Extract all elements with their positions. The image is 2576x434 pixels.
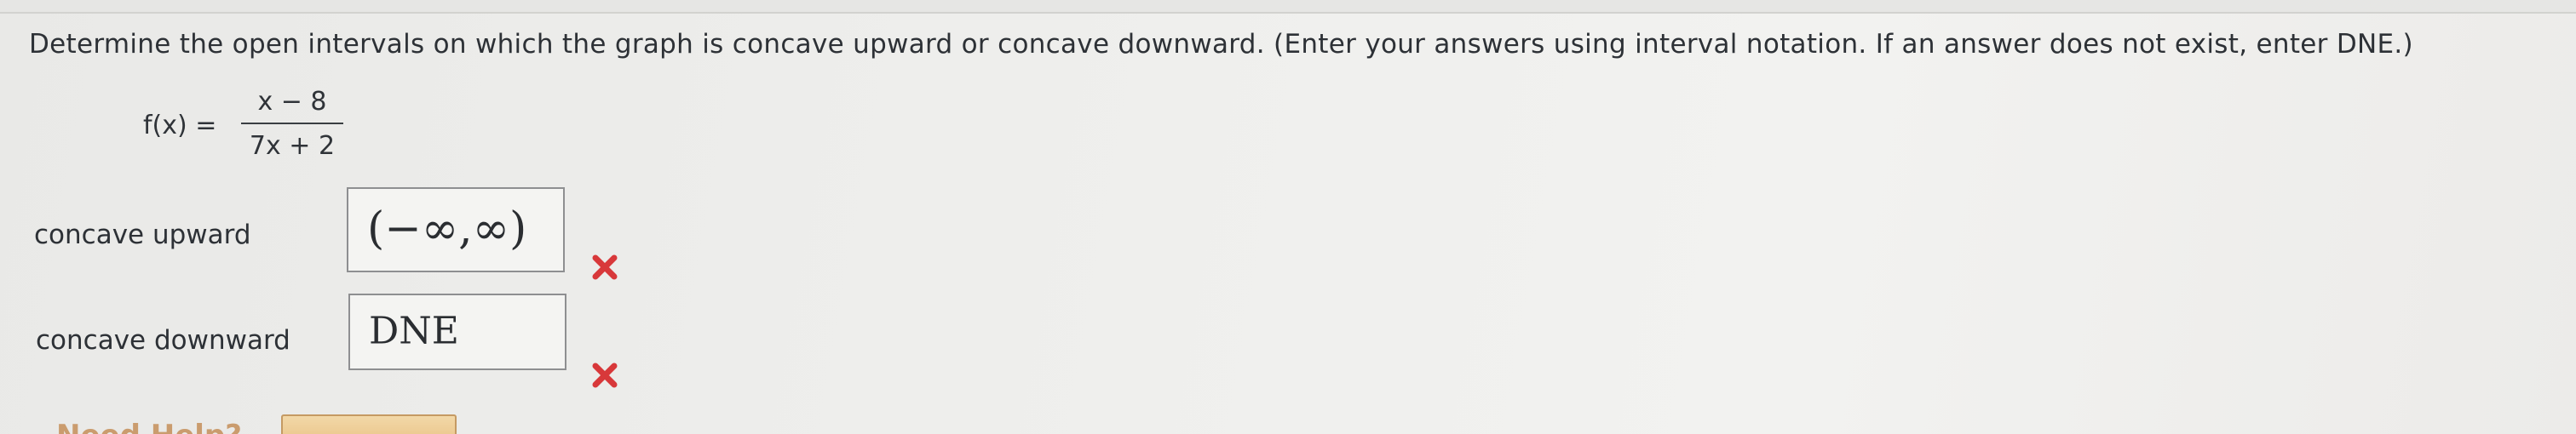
concave-downward-value: DNE [369,309,459,353]
concave-upward-value: (−∞,∞) [367,203,527,254]
function-expression: f(x) = x − 8 7x + 2 [143,83,365,177]
function-label: f(x) = [143,111,217,140]
concave-downward-label: concave downward [36,325,290,356]
x-mark-icon [592,254,618,280]
concave-upward-label: concave upward [34,220,251,250]
help-button[interactable] [281,414,457,434]
need-help-link[interactable]: Need Help? [56,419,242,434]
fraction: x − 8 7x + 2 [241,83,343,165]
top-divider [0,0,2576,14]
concave-upward-input[interactable]: (−∞,∞) [347,187,565,272]
concave-downward-input[interactable]: DNE [348,294,566,370]
fraction-denominator: 7x + 2 [249,131,336,161]
x-mark-icon [592,363,618,388]
question-text: Determine the open intervals on which th… [29,29,2413,60]
fraction-numerator: x − 8 [257,87,327,117]
fraction-bar [241,123,343,124]
